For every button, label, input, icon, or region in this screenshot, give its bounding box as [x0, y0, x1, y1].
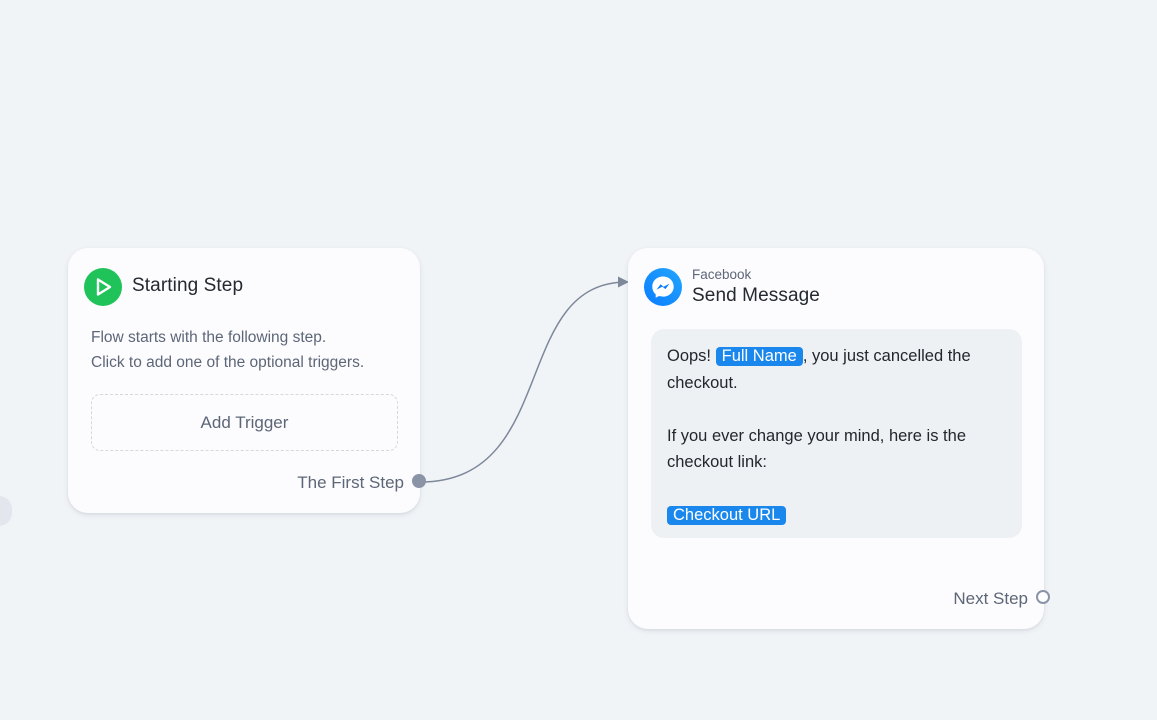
message-paragraph: Checkout URL	[667, 502, 1006, 529]
message-bubble[interactable]: Oops! Full Name, you just cancelled the …	[651, 329, 1022, 538]
platform-label: Facebook	[692, 267, 752, 282]
connector-line	[419, 281, 628, 483]
description-line: Flow starts with the following step.	[91, 329, 327, 346]
first-step-output-port[interactable]	[412, 474, 426, 488]
starting-step-title: Starting Step	[132, 275, 244, 296]
play-icon	[84, 268, 122, 306]
add-trigger-button[interactable]: Add Trigger	[91, 394, 398, 451]
next-step-output-port[interactable]	[1036, 590, 1050, 604]
send-message-node[interactable]: Facebook Send Message Oops! Full Name, y…	[628, 248, 1050, 629]
description-line: Click to add one of the optional trigger…	[91, 354, 365, 371]
starting-step-node[interactable]: Starting Step Flow starts with the follo…	[68, 248, 426, 513]
starting-step-description: Flow starts with the following step. Cli…	[91, 325, 411, 375]
full-name-tag[interactable]: Full Name	[715, 347, 803, 366]
send-message-title: Send Message	[692, 285, 820, 306]
checkout-url-tag[interactable]: Checkout URL	[667, 506, 787, 525]
next-step-output-label: Next Step	[953, 589, 1028, 608]
flow-canvas[interactable]: Starting Step Flow starts with the follo…	[0, 0, 1157, 720]
messenger-icon	[644, 268, 682, 306]
message-intro: Oops!	[667, 347, 712, 365]
message-paragraph: Oops! Full Name, you just cancelled the …	[667, 343, 1006, 396]
first-step-output-label: The First Step	[297, 473, 404, 492]
message-text: , you just cancelled the checkout.	[667, 347, 971, 392]
message-paragraph: If you ever change your mind, here is th…	[667, 426, 966, 472]
